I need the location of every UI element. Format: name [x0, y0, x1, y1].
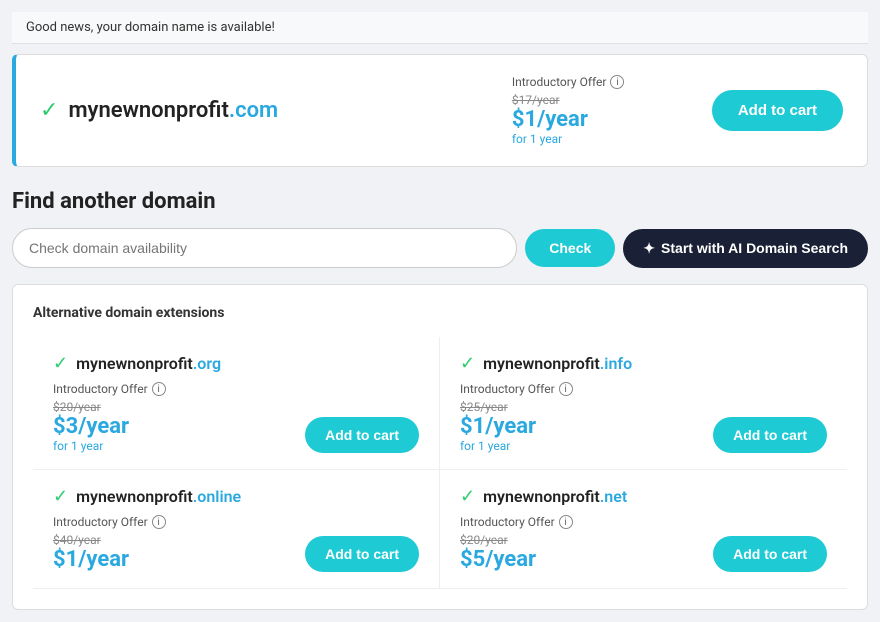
domain-item: ✓ mynewnonprofit.org Introductory Offer … — [33, 337, 440, 470]
banner-text: Good news, your domain name is available… — [26, 20, 275, 35]
alt-original-price: $25/year — [460, 400, 573, 414]
alt-info-icon[interactable]: i — [152, 382, 166, 396]
domain-item-header: ✓ mynewnonprofit.online — [53, 486, 419, 507]
alt-intro-label: Introductory Offer i — [460, 515, 573, 529]
domain-check-icon: ✓ — [460, 353, 475, 374]
domain-item-name: mynewnonprofit.online — [76, 487, 241, 506]
main-domain-name-section: ✓ mynewnonprofit.com — [40, 98, 512, 123]
alt-info-icon[interactable]: i — [559, 382, 573, 396]
alt-add-to-cart-button[interactable]: Add to cart — [713, 417, 827, 453]
domain-item-name: mynewnonprofit.info — [483, 354, 632, 373]
domain-item-pricing: Introductory Offer i $20/year $5/year — [460, 515, 573, 572]
alt-add-to-cart-button[interactable]: Add to cart — [305, 536, 419, 572]
alt-original-price: $20/year — [460, 533, 573, 547]
ai-search-button[interactable]: ✦ Start with AI Domain Search — [623, 229, 868, 268]
search-row: Check ✦ Start with AI Domain Search — [12, 228, 868, 268]
alternatives-title: Alternative domain extensions — [33, 305, 847, 321]
alt-sale-price: $1/year — [53, 547, 166, 572]
domain-item-body: Introductory Offer i $20/year $3/year fo… — [53, 382, 419, 453]
domain-item-name: mynewnonprofit.net — [483, 487, 627, 506]
alt-price-period: for 1 year — [460, 439, 573, 453]
alt-intro-label: Introductory Offer i — [53, 382, 166, 396]
main-info-icon[interactable]: i — [610, 75, 624, 89]
main-sale-price: $1/year — [512, 107, 672, 132]
domain-item-tld: .org — [193, 354, 221, 373]
domain-item-header: ✓ mynewnonprofit.org — [53, 353, 419, 374]
alt-info-icon[interactable]: i — [559, 515, 573, 529]
main-intro-label: Introductory Offer i — [512, 75, 672, 89]
domain-check-icon: ✓ — [460, 486, 475, 507]
domain-search-input[interactable] — [12, 228, 517, 268]
main-add-to-cart-button[interactable]: Add to cart — [712, 90, 843, 131]
main-original-price: $17/year — [512, 93, 672, 107]
find-another-section: Find another domain Check ✦ Start with A… — [12, 189, 868, 268]
domain-item: ✓ mynewnonprofit.info Introductory Offer… — [440, 337, 847, 470]
domain-item-header: ✓ mynewnonprofit.info — [460, 353, 827, 374]
domain-item-body: Introductory Offer i $40/year $1/year Ad… — [53, 515, 419, 572]
domain-item-header: ✓ mynewnonprofit.net — [460, 486, 827, 507]
availability-banner: Good news, your domain name is available… — [12, 12, 868, 44]
domain-item-name: mynewnonprofit.org — [76, 354, 221, 373]
domain-item-body: Introductory Offer i $20/year $5/year Ad… — [460, 515, 827, 572]
main-domain-text: mynewnonprofit.com — [68, 98, 278, 123]
alt-original-price: $40/year — [53, 533, 166, 547]
main-domain-base: mynewnonprofit — [68, 98, 228, 123]
main-domain-card: ✓ mynewnonprofit.com Introductory Offer … — [12, 54, 868, 167]
alt-add-to-cart-button[interactable]: Add to cart — [305, 417, 419, 453]
alt-original-price: $20/year — [53, 400, 166, 414]
alt-price-period: for 1 year — [53, 439, 166, 453]
domain-item-tld: .net — [600, 487, 627, 506]
alt-intro-label: Introductory Offer i — [53, 515, 166, 529]
domain-item-pricing: Introductory Offer i $20/year $3/year fo… — [53, 382, 166, 453]
domain-item-tld: .online — [193, 487, 241, 506]
check-button[interactable]: Check — [525, 229, 615, 267]
domain-item-body: Introductory Offer i $25/year $1/year fo… — [460, 382, 827, 453]
alt-info-icon[interactable]: i — [152, 515, 166, 529]
domain-check-icon: ✓ — [53, 486, 68, 507]
domain-item-tld: .info — [600, 354, 632, 373]
domain-item-pricing: Introductory Offer i $25/year $1/year fo… — [460, 382, 573, 453]
domain-item-pricing: Introductory Offer i $40/year $1/year — [53, 515, 166, 572]
alt-sale-price: $1/year — [460, 414, 573, 439]
ai-search-label: Start with AI Domain Search — [661, 240, 848, 256]
alt-intro-label: Introductory Offer i — [460, 382, 573, 396]
main-domain-pricing: Introductory Offer i $17/year $1/year fo… — [512, 75, 672, 146]
domains-grid: ✓ mynewnonprofit.org Introductory Offer … — [33, 337, 847, 589]
find-another-title: Find another domain — [12, 189, 868, 214]
alt-sale-price: $5/year — [460, 547, 573, 572]
main-price-period: for 1 year — [512, 132, 672, 146]
alt-add-to-cart-button[interactable]: Add to cart — [713, 536, 827, 572]
domain-item: ✓ mynewnonprofit.online Introductory Off… — [33, 470, 440, 589]
domain-check-icon: ✓ — [53, 353, 68, 374]
ai-icon: ✦ — [643, 240, 655, 257]
alternatives-card: Alternative domain extensions ✓ mynewnon… — [12, 284, 868, 610]
available-check-icon: ✓ — [40, 98, 58, 123]
main-domain-tld: .com — [229, 98, 278, 123]
domain-item: ✓ mynewnonprofit.net Introductory Offer … — [440, 470, 847, 589]
alt-sale-price: $3/year — [53, 414, 166, 439]
